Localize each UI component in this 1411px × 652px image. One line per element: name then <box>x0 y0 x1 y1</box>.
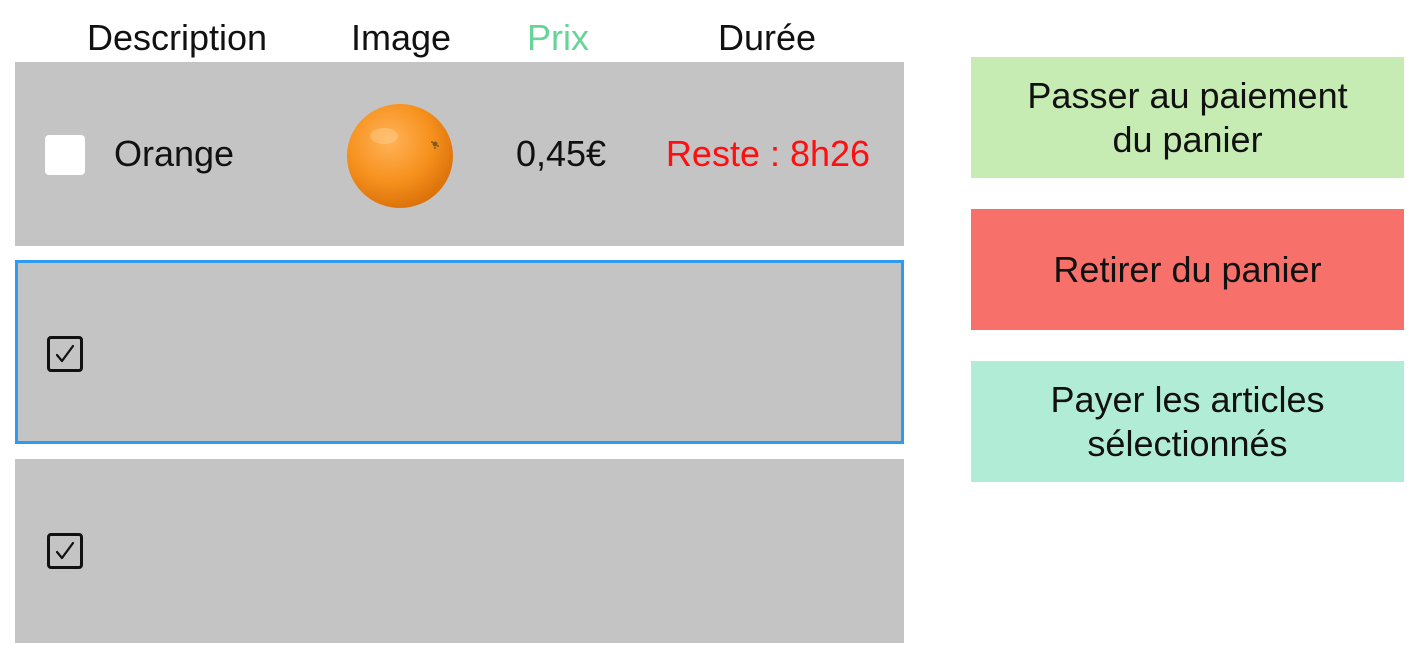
pay-selected-items-label: Payer les articles sélectionnés <box>1050 378 1324 466</box>
pay-selected-items-button[interactable]: Payer les articles sélectionnés <box>971 361 1404 482</box>
remove-from-cart-button[interactable]: Retirer du panier <box>971 209 1404 330</box>
remove-from-cart-label: Retirer du panier <box>1053 248 1322 290</box>
checkout-cart-button[interactable]: Passer au paiement du panier <box>971 57 1404 178</box>
item-remaining-time: Reste : 8h26 <box>665 133 871 174</box>
item-price: 0,45€ <box>515 133 607 174</box>
checkmark-icon <box>55 541 75 560</box>
item-checkbox[interactable] <box>45 135 85 175</box>
item-name: Orange <box>114 133 235 174</box>
cart-item-row[interactable] <box>15 260 904 444</box>
checkout-cart-label-line2: du panier <box>1112 118 1263 160</box>
column-header-duration: Durée <box>717 17 817 58</box>
cart-item-row[interactable] <box>15 459 904 643</box>
pay-selected-items-label-line1: Payer les articles <box>1050 378 1325 420</box>
column-header-price: Prix <box>527 17 589 58</box>
orange-icon <box>344 100 456 210</box>
checkout-cart-label-line1: Passer au paiement <box>1027 74 1348 116</box>
column-header-image: Image <box>350 17 452 58</box>
checkmark-icon <box>55 344 75 363</box>
item-checkbox-checked[interactable] <box>47 533 83 569</box>
cart-item-row[interactable]: Orange 0,45€ Reste : 8h26 <box>15 62 904 246</box>
column-header-description: Description <box>86 17 268 58</box>
pay-selected-items-label-line2: sélectionnés <box>1087 422 1288 464</box>
item-checkbox-checked[interactable] <box>47 336 83 372</box>
checkout-cart-label: Passer au paiement du panier <box>1027 74 1347 162</box>
